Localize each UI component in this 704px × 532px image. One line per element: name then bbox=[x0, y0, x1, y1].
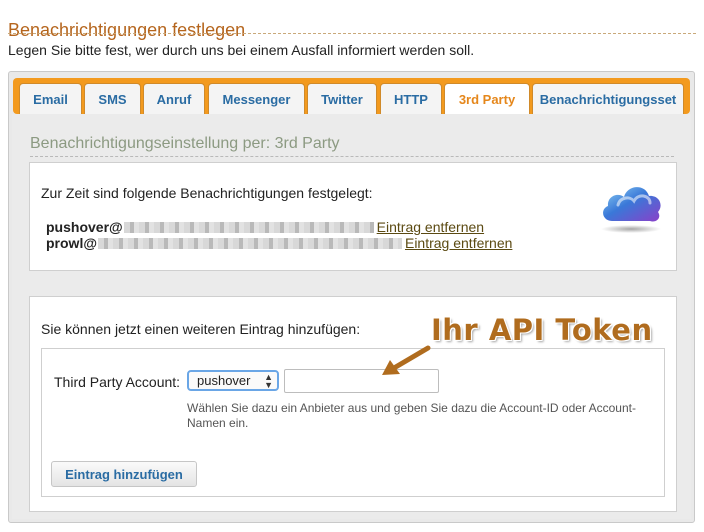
section-title: Benachrichtigungseinstellung per: 3rd Pa… bbox=[30, 135, 340, 152]
tab-messenger[interactable]: Messenger bbox=[208, 83, 305, 114]
annotation-arrow-icon bbox=[382, 345, 431, 375]
third-party-account-label: Third Party Account: bbox=[54, 374, 181, 390]
entry-address: prowl@ bbox=[46, 235, 97, 251]
list-item: pushover@ Eintrag entfernen bbox=[46, 219, 484, 235]
redacted-address bbox=[123, 221, 374, 233]
tab-http[interactable]: HTTP bbox=[380, 83, 442, 114]
page-intro: Legen Sie bitte fest, wer durch uns bei … bbox=[8, 42, 475, 58]
cloud-icon bbox=[601, 187, 661, 233]
page-title: Benachrichtigungen festlegen bbox=[8, 20, 246, 41]
section-divider bbox=[30, 156, 674, 157]
tab-anruf[interactable]: Anruf bbox=[143, 83, 205, 114]
api-token-annotation: Ihr API Token bbox=[431, 313, 653, 347]
tab-twitter[interactable]: Twitter bbox=[307, 83, 377, 114]
add-entry-button[interactable]: Eintrag hinzufügen bbox=[51, 461, 197, 487]
remove-entry-link[interactable]: Eintrag entfernen bbox=[377, 219, 484, 235]
provider-select-value: pushover bbox=[197, 373, 251, 388]
entry-address: pushover@ bbox=[46, 219, 123, 235]
title-divider bbox=[8, 33, 696, 34]
notification-frame: Email SMS Anruf Messenger Twitter HTTP 3… bbox=[8, 71, 695, 523]
tab-sms[interactable]: SMS bbox=[84, 83, 141, 114]
current-notifications-card: Zur Zeit sind folgende Benachrichtigunge… bbox=[29, 162, 677, 271]
add-entry-hint: Wählen Sie dazu ein Anbieter aus und geb… bbox=[187, 401, 636, 430]
tab-benachrichtigungsset[interactable]: Benachrichtigungsset bbox=[532, 83, 684, 114]
tab-3rd-party[interactable]: 3rd Party bbox=[444, 83, 530, 114]
tab-bar: Email SMS Anruf Messenger Twitter HTTP 3… bbox=[13, 78, 690, 114]
provider-select[interactable]: pushover ▲ ▼ bbox=[187, 370, 279, 391]
redacted-address bbox=[97, 237, 402, 249]
current-notifications-lead: Zur Zeit sind folgende Benachrichtigunge… bbox=[41, 185, 373, 201]
list-item: prowl@ Eintrag entfernen bbox=[46, 235, 512, 251]
tab-email[interactable]: Email bbox=[19, 83, 82, 114]
add-entry-lead: Sie können jetzt einen weiteren Eintrag … bbox=[41, 321, 361, 337]
select-arrows-icon: ▲ ▼ bbox=[264, 372, 273, 390]
add-entry-form: Third Party Account: pushover ▲ ▼ Wählen … bbox=[41, 348, 665, 497]
remove-entry-link[interactable]: Eintrag entfernen bbox=[405, 235, 512, 251]
